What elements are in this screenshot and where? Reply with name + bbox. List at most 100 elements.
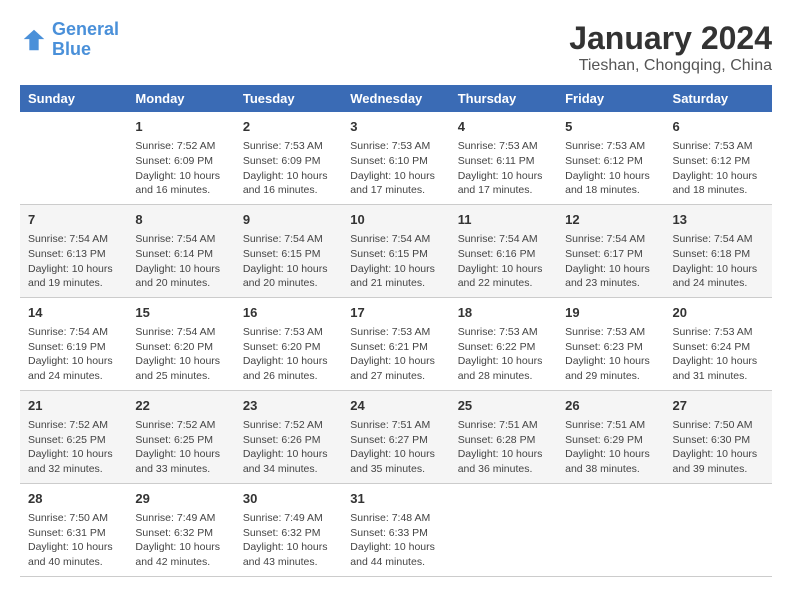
calendar-cell bbox=[20, 112, 127, 204]
day-number: 13 bbox=[673, 211, 764, 229]
day-info: Sunrise: 7:52 AM Sunset: 6:25 PM Dayligh… bbox=[135, 418, 226, 477]
calendar-cell: 5 Sunrise: 7:53 AM Sunset: 6:12 PM Daylig… bbox=[557, 112, 664, 204]
calendar-cell bbox=[450, 483, 557, 576]
calendar-cell: 11Sunrise: 7:54 AM Sunset: 6:16 PM Dayli… bbox=[450, 204, 557, 297]
day-info: Sunrise: 7:53 AM Sunset: 6:22 PM Dayligh… bbox=[458, 325, 549, 384]
calendar-cell: 15 Sunrise: 7:54 AM Sunset: 6:20 PM Dayli… bbox=[127, 297, 234, 390]
day-info: Sunrise: 7:54 AM Sunset: 6:15 PM Dayligh… bbox=[350, 232, 441, 291]
weekday-header-saturday: Saturday bbox=[665, 85, 772, 112]
day-number: 12 bbox=[565, 211, 656, 229]
page-header: General Blue January 2024 Tieshan, Chong… bbox=[20, 20, 772, 75]
weekday-header-row: SundayMondayTuesdayWednesdayThursdayFrid… bbox=[20, 85, 772, 112]
week-row-5: 28Sunrise: 7:50 AM Sunset: 6:31 PM Dayli… bbox=[20, 483, 772, 576]
calendar-cell: 14 Sunrise: 7:54 AM Sunset: 6:19 PM Dayli… bbox=[20, 297, 127, 390]
day-info: Sunrise: 7:49 AM Sunset: 6:32 PM Dayligh… bbox=[135, 511, 226, 570]
calendar-cell: 26Sunrise: 7:51 AM Sunset: 6:29 PM Dayli… bbox=[557, 390, 664, 483]
day-info: Sunrise: 7:54 AM Sunset: 6:20 PM Dayligh… bbox=[135, 325, 226, 384]
calendar-cell: 24 Sunrise: 7:51 AM Sunset: 6:27 PM Dayli… bbox=[342, 390, 449, 483]
day-number: 25 bbox=[458, 397, 549, 415]
day-number: 18 bbox=[458, 304, 549, 322]
calendar-cell: 27 Sunrise: 7:50 AM Sunset: 6:30 PM Dayli… bbox=[665, 390, 772, 483]
calendar-cell bbox=[665, 483, 772, 576]
day-number: 8 bbox=[135, 211, 226, 229]
day-info: Sunrise: 7:54 AM Sunset: 6:18 PM Dayligh… bbox=[673, 232, 764, 291]
weekday-header-tuesday: Tuesday bbox=[235, 85, 342, 112]
day-info: Sunrise: 7:53 AM Sunset: 6:10 PM Dayligh… bbox=[350, 139, 441, 198]
calendar-cell: 12 Sunrise: 7:54 AM Sunset: 6:17 PM Dayli… bbox=[557, 204, 664, 297]
day-info: Sunrise: 7:50 AM Sunset: 6:30 PM Dayligh… bbox=[673, 418, 764, 477]
day-number: 15 bbox=[135, 304, 226, 322]
weekday-header-sunday: Sunday bbox=[20, 85, 127, 112]
calendar-cell: 7 Sunrise: 7:54 AM Sunset: 6:13 PM Daylig… bbox=[20, 204, 127, 297]
day-number: 23 bbox=[243, 397, 334, 415]
calendar-subtitle: Tieshan, Chongqing, China bbox=[569, 57, 772, 75]
calendar-cell: 17Sunrise: 7:53 AM Sunset: 6:21 PM Dayli… bbox=[342, 297, 449, 390]
calendar-cell: 28Sunrise: 7:50 AM Sunset: 6:31 PM Dayli… bbox=[20, 483, 127, 576]
day-number: 29 bbox=[135, 490, 226, 508]
calendar-cell: 29 Sunrise: 7:49 AM Sunset: 6:32 PM Dayli… bbox=[127, 483, 234, 576]
day-info: Sunrise: 7:53 AM Sunset: 6:23 PM Dayligh… bbox=[565, 325, 656, 384]
calendar-cell: 31Sunrise: 7:48 AM Sunset: 6:33 PM Dayli… bbox=[342, 483, 449, 576]
day-info: Sunrise: 7:53 AM Sunset: 6:09 PM Dayligh… bbox=[243, 139, 334, 198]
calendar-cell: 20Sunrise: 7:53 AM Sunset: 6:24 PM Dayli… bbox=[665, 297, 772, 390]
day-info: Sunrise: 7:53 AM Sunset: 6:12 PM Dayligh… bbox=[673, 139, 764, 198]
weekday-header-wednesday: Wednesday bbox=[342, 85, 449, 112]
weekday-header-friday: Friday bbox=[557, 85, 664, 112]
week-row-2: 7 Sunrise: 7:54 AM Sunset: 6:13 PM Daylig… bbox=[20, 204, 772, 297]
day-number: 14 bbox=[28, 304, 119, 322]
day-number: 30 bbox=[243, 490, 334, 508]
calendar-cell bbox=[557, 483, 664, 576]
day-info: Sunrise: 7:54 AM Sunset: 6:19 PM Dayligh… bbox=[28, 325, 119, 384]
calendar-cell: 9 Sunrise: 7:54 AM Sunset: 6:15 PM Daylig… bbox=[235, 204, 342, 297]
day-info: Sunrise: 7:48 AM Sunset: 6:33 PM Dayligh… bbox=[350, 511, 441, 570]
day-number: 9 bbox=[243, 211, 334, 229]
weekday-header-thursday: Thursday bbox=[450, 85, 557, 112]
day-info: Sunrise: 7:53 AM Sunset: 6:20 PM Dayligh… bbox=[243, 325, 334, 384]
day-number: 4 bbox=[458, 118, 549, 136]
calendar-title: January 2024 bbox=[569, 20, 772, 57]
day-info: Sunrise: 7:51 AM Sunset: 6:28 PM Dayligh… bbox=[458, 418, 549, 477]
calendar-cell: 10Sunrise: 7:54 AM Sunset: 6:15 PM Dayli… bbox=[342, 204, 449, 297]
day-info: Sunrise: 7:53 AM Sunset: 6:11 PM Dayligh… bbox=[458, 139, 549, 198]
day-number: 3 bbox=[350, 118, 441, 136]
day-info: Sunrise: 7:54 AM Sunset: 6:17 PM Dayligh… bbox=[565, 232, 656, 291]
day-number: 16 bbox=[243, 304, 334, 322]
day-number: 28 bbox=[28, 490, 119, 508]
week-row-3: 14 Sunrise: 7:54 AM Sunset: 6:19 PM Dayli… bbox=[20, 297, 772, 390]
day-info: Sunrise: 7:51 AM Sunset: 6:27 PM Dayligh… bbox=[350, 418, 441, 477]
calendar-cell: 25 Sunrise: 7:51 AM Sunset: 6:28 PM Dayli… bbox=[450, 390, 557, 483]
day-number: 1 bbox=[135, 118, 226, 136]
calendar-cell: 18 Sunrise: 7:53 AM Sunset: 6:22 PM Dayli… bbox=[450, 297, 557, 390]
day-number: 6 bbox=[673, 118, 764, 136]
day-info: Sunrise: 7:54 AM Sunset: 6:16 PM Dayligh… bbox=[458, 232, 549, 291]
day-number: 19 bbox=[565, 304, 656, 322]
day-info: Sunrise: 7:54 AM Sunset: 6:14 PM Dayligh… bbox=[135, 232, 226, 291]
day-info: Sunrise: 7:54 AM Sunset: 6:15 PM Dayligh… bbox=[243, 232, 334, 291]
logo-text: General Blue bbox=[52, 20, 119, 60]
day-info: Sunrise: 7:49 AM Sunset: 6:32 PM Dayligh… bbox=[243, 511, 334, 570]
calendar-cell: 13 Sunrise: 7:54 AM Sunset: 6:18 PM Dayli… bbox=[665, 204, 772, 297]
day-number: 27 bbox=[673, 397, 764, 415]
day-number: 20 bbox=[673, 304, 764, 322]
day-info: Sunrise: 7:51 AM Sunset: 6:29 PM Dayligh… bbox=[565, 418, 656, 477]
day-number: 21 bbox=[28, 397, 119, 415]
week-row-4: 21 Sunrise: 7:52 AM Sunset: 6:25 PM Dayli… bbox=[20, 390, 772, 483]
calendar-cell: 30 Sunrise: 7:49 AM Sunset: 6:32 PM Dayli… bbox=[235, 483, 342, 576]
calendar-cell: 16 Sunrise: 7:53 AM Sunset: 6:20 PM Dayli… bbox=[235, 297, 342, 390]
weekday-header-monday: Monday bbox=[127, 85, 234, 112]
day-number: 5 bbox=[565, 118, 656, 136]
week-row-1: 1Sunrise: 7:52 AM Sunset: 6:09 PM Daylig… bbox=[20, 112, 772, 204]
day-number: 22 bbox=[135, 397, 226, 415]
day-number: 7 bbox=[28, 211, 119, 229]
logo-icon bbox=[20, 26, 48, 54]
day-number: 2 bbox=[243, 118, 334, 136]
day-info: Sunrise: 7:54 AM Sunset: 6:13 PM Dayligh… bbox=[28, 232, 119, 291]
day-number: 17 bbox=[350, 304, 441, 322]
calendar-cell: 23Sunrise: 7:52 AM Sunset: 6:26 PM Dayli… bbox=[235, 390, 342, 483]
day-number: 24 bbox=[350, 397, 441, 415]
day-info: Sunrise: 7:53 AM Sunset: 6:12 PM Dayligh… bbox=[565, 139, 656, 198]
calendar-cell: 2 Sunrise: 7:53 AM Sunset: 6:09 PM Daylig… bbox=[235, 112, 342, 204]
calendar-cell: 6 Sunrise: 7:53 AM Sunset: 6:12 PM Daylig… bbox=[665, 112, 772, 204]
calendar-cell: 4 Sunrise: 7:53 AM Sunset: 6:11 PM Daylig… bbox=[450, 112, 557, 204]
calendar-cell: 8 Sunrise: 7:54 AM Sunset: 6:14 PM Daylig… bbox=[127, 204, 234, 297]
